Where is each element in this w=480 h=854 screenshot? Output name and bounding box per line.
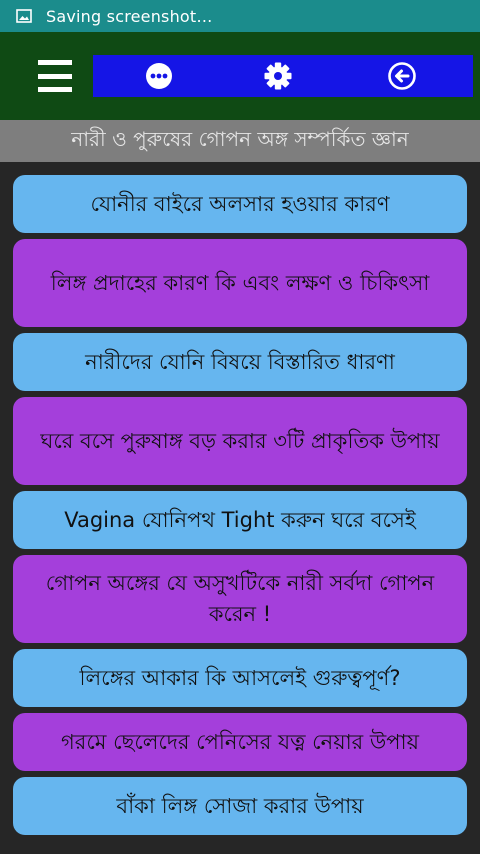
status-text: Saving screenshot… — [46, 6, 213, 26]
back-arrow-icon[interactable] — [387, 61, 417, 91]
hamburger-menu-icon[interactable] — [38, 60, 72, 92]
page-title: নারী ও পুরুষের গোপন অঙ্গ সম্পর্কিত জ্ঞান — [0, 120, 480, 162]
list-item[interactable]: যোনীর বাইরে অলসার হওয়ার কারণ — [13, 175, 467, 233]
list-item[interactable]: গরমে ছেলেদের পেনিসের যত্ন নেয়ার উপায় — [13, 713, 467, 771]
list-item[interactable]: Vagina যোনিপথ Tight করুন ঘরে বসেই — [13, 491, 467, 549]
list-item[interactable]: লিঙ্গ প্রদাহের কারণ কি এবং লক্ষণ ও চিকিৎ… — [13, 239, 467, 327]
app-bar — [0, 32, 480, 120]
status-bar: Saving screenshot… — [0, 0, 480, 32]
gallery-icon — [16, 9, 32, 23]
list-item[interactable]: লিঙ্গের আকার কি আসলেই গুরুত্বপূর্ণ? — [13, 649, 467, 707]
list-item[interactable]: ঘরে বসে পুরুষাঙ্গ বড় করার ৩টি প্রাকৃতিক… — [13, 397, 467, 485]
list-item[interactable]: নারীদের যোনি বিষয়ে বিস্তারিত ধারণা — [13, 333, 467, 391]
action-toolbar — [93, 55, 473, 97]
more-icon[interactable] — [144, 61, 174, 91]
list-item[interactable]: গোপন অঙ্গের যে অসুখটিকে নারী সর্বদা গোপন… — [13, 555, 467, 643]
list-item[interactable]: বাঁকা লিঙ্গ সোজা করার উপায় — [13, 777, 467, 835]
settings-gear-icon[interactable] — [263, 61, 293, 91]
